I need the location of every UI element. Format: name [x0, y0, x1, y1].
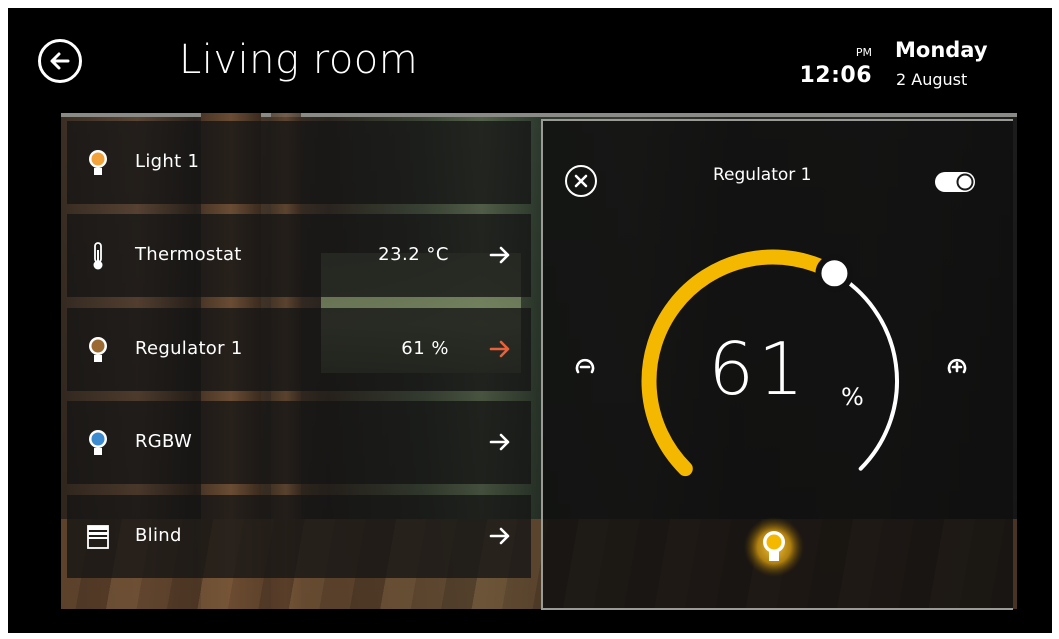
- arrow-right-icon[interactable]: [489, 339, 511, 359]
- regulator-unit: %: [841, 383, 864, 411]
- device-item-light-1[interactable]: Light 1: [67, 121, 531, 204]
- thermometer-icon: [93, 242, 103, 270]
- arrow-right-icon[interactable]: [489, 245, 511, 265]
- device-item-blind[interactable]: Blind: [67, 495, 531, 578]
- regulator-value: 61: [708, 327, 808, 411]
- bulb-icon[interactable]: [742, 515, 806, 579]
- arrow-left-icon: [50, 52, 70, 70]
- device-item-rgbw[interactable]: RGBW: [67, 401, 531, 484]
- regulator-title: Regulator 1: [713, 165, 812, 185]
- close-icon: [574, 174, 588, 188]
- device-label: Light 1: [135, 151, 200, 172]
- device-value: 61 %: [401, 338, 449, 359]
- arrow-right-icon[interactable]: [489, 526, 511, 546]
- device-label: Blind: [135, 525, 182, 546]
- device-label: RGBW: [135, 431, 193, 452]
- dial-handle[interactable]: [815, 254, 854, 293]
- clock-time: 12:06: [799, 63, 872, 88]
- regulator-panel: Regulator 1 61 %: [541, 119, 1013, 610]
- screen: Living room PM 12:06 Monday 2 August Lig…: [8, 8, 1052, 633]
- clock: PM 12:06: [788, 40, 888, 90]
- device-label: Thermostat: [135, 244, 242, 265]
- weekday: Monday: [895, 38, 988, 62]
- dial-track: [832, 271, 899, 471]
- bulb-icon: [89, 337, 107, 362]
- bulb-icon: [89, 150, 107, 175]
- device-item-regulator-1[interactable]: Regulator 1 61 %: [67, 308, 531, 391]
- back-button[interactable]: [38, 39, 82, 83]
- power-toggle[interactable]: [935, 171, 977, 193]
- device-item-thermostat[interactable]: Thermostat 23.2 °C: [67, 214, 531, 297]
- device-value: 23.2 °C: [378, 244, 449, 265]
- blind-icon: [87, 525, 109, 549]
- device-label: Regulator 1: [135, 338, 243, 359]
- page-title: Living room: [179, 37, 419, 83]
- increase-button[interactable]: [947, 356, 967, 376]
- decrease-button[interactable]: [575, 356, 595, 376]
- bulb-icon: [89, 430, 107, 455]
- arrow-right-icon[interactable]: [489, 432, 511, 452]
- clock-ampm: PM: [855, 46, 872, 59]
- date: 2 August: [896, 70, 968, 89]
- close-button[interactable]: [565, 165, 597, 197]
